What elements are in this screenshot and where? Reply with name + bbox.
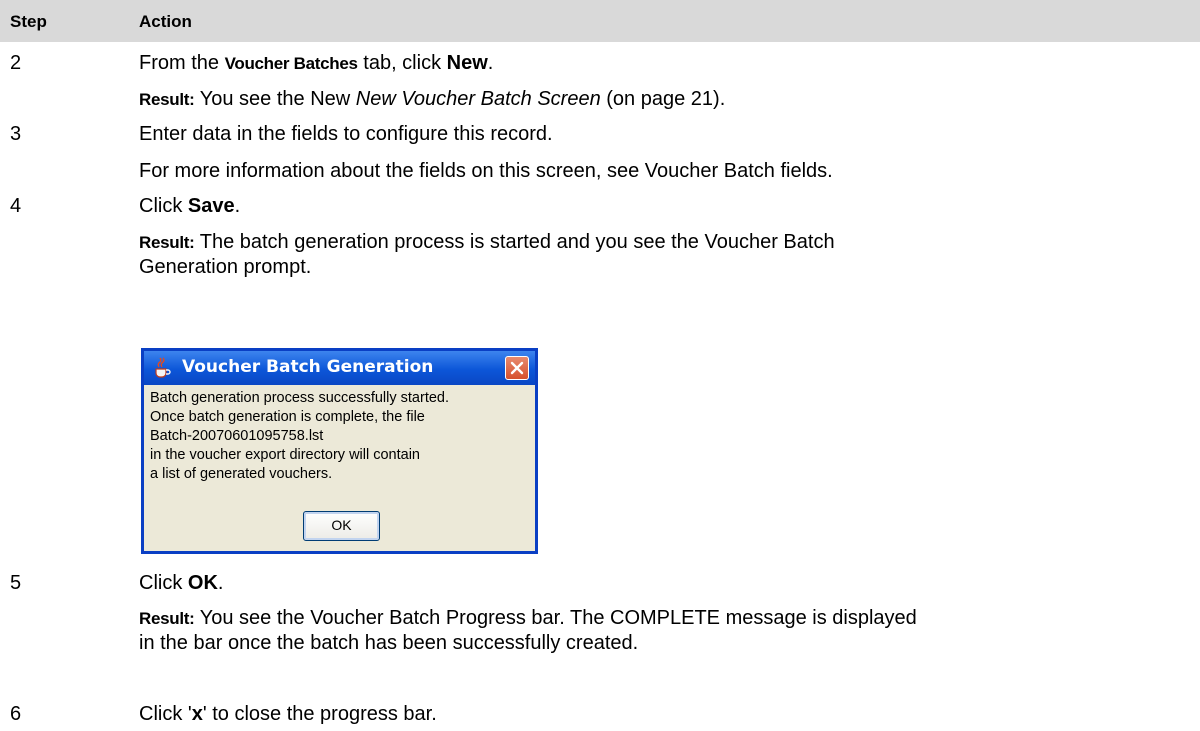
step-number: 4: [10, 195, 22, 217]
step-number: 5: [10, 572, 22, 594]
column-header-action: Action: [139, 12, 192, 31]
dialog-titlebar[interactable]: Voucher Batch Generation: [144, 351, 535, 385]
message-line: a list of generated vouchers.: [150, 466, 333, 482]
close-button[interactable]: [505, 356, 529, 380]
close-x-icon: [510, 361, 524, 375]
step-result: Result: You see the Voucher Batch Progre…: [139, 607, 917, 629]
step-number: 3: [10, 123, 22, 145]
ok-button[interactable]: OK: [303, 511, 380, 541]
step-action: From the Voucher Batches tab, click New.: [139, 52, 494, 74]
step-note: For more information about the fields on…: [139, 160, 833, 182]
message-line: in the voucher export directory will con…: [150, 447, 420, 463]
step-action: Click 'x' to close the progress bar.: [139, 703, 437, 725]
step-action: Enter data in the fields to configure th…: [139, 123, 553, 145]
step-result-continued: in the bar once the batch has been succe…: [139, 632, 639, 654]
table-header: Step Action: [0, 0, 1200, 42]
step-result: Result: The batch generation process is …: [139, 231, 835, 253]
java-cup-icon: [155, 357, 171, 378]
step-result: Result: You see the New New Voucher Batc…: [139, 88, 726, 110]
step-result-continued: Generation prompt.: [139, 256, 312, 278]
step-number: 6: [10, 703, 22, 725]
dialog-title: Voucher Batch Generation: [182, 357, 434, 377]
step-action: Click OK.: [139, 572, 224, 594]
message-line: Once batch generation is complete, the f…: [150, 409, 425, 425]
message-line: Batch-20070601095758.lst: [150, 428, 324, 444]
step-number: 2: [10, 52, 22, 74]
step-action: Click Save.: [139, 195, 241, 217]
page-link[interactable]: New Voucher Batch Screen: [356, 88, 601, 110]
column-header-step: Step: [10, 12, 47, 31]
message-line: Batch generation process successfully st…: [150, 390, 450, 406]
voucher-batch-generation-dialog: Voucher Batch Generation Batch generatio…: [141, 348, 538, 554]
dialog-message: Batch generation process successfully st…: [150, 389, 449, 484]
